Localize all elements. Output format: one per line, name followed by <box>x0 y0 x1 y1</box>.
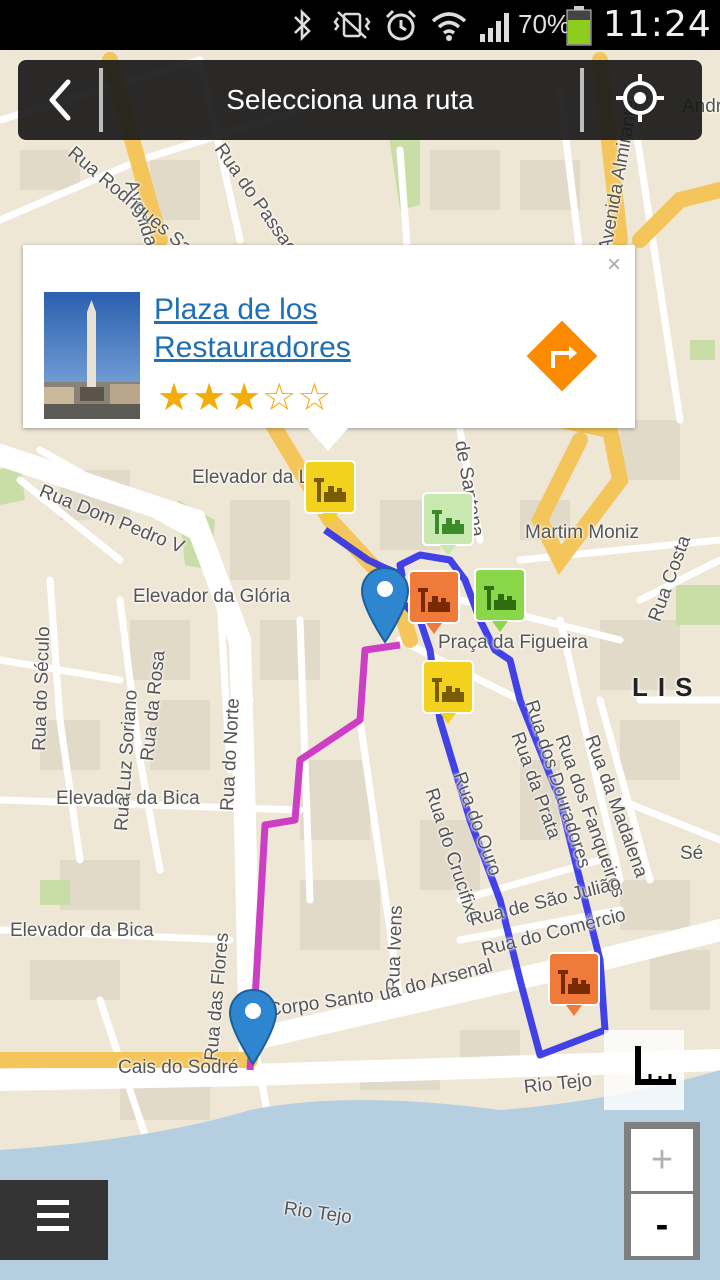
label-praca-figueira: Praça da Figueira <box>438 632 588 653</box>
crosshair-icon <box>616 74 664 122</box>
poi-monument-icon[interactable] <box>474 568 526 634</box>
label-lis: LIS <box>632 672 703 702</box>
signal-icon <box>480 13 509 42</box>
menu-button[interactable] <box>0 1180 108 1260</box>
status-bar: 70% 11:24 <box>0 0 720 50</box>
map-pin-icon[interactable] <box>360 566 410 644</box>
label-elevador-gloria: Elevador da Glória <box>133 586 291 607</box>
star-icon: ★ <box>192 377 228 419</box>
label-rua-do-seculo: Rua do Século <box>29 626 55 752</box>
battery-percentage: 70% <box>518 9 571 39</box>
zoom-in-button[interactable]: + <box>631 1129 693 1191</box>
label-cais-do-sodre: Cais do Sodré <box>118 1057 239 1078</box>
poi-monument-icon[interactable] <box>548 952 600 1018</box>
place-popup[interactable]: × Plaza de los Restauradores ★★★☆☆ <box>23 245 635 428</box>
star-icon: ★ <box>227 377 263 419</box>
divider <box>99 68 103 132</box>
close-popup-button[interactable]: × <box>607 253 621 277</box>
directions-button[interactable] <box>519 313 605 399</box>
bluetooth-icon <box>294 8 311 42</box>
poi-monument-icon[interactable] <box>408 570 460 636</box>
my-location-button[interactable] <box>610 60 702 140</box>
chevron-left-icon <box>49 79 71 121</box>
place-thumbnail[interactable] <box>44 292 140 419</box>
rating-stars: ★★★☆☆ <box>157 376 332 420</box>
menu-icon <box>37 1200 69 1231</box>
wifi-icon <box>431 12 467 41</box>
label-martim-moniz: Martim Moniz <box>525 522 640 543</box>
poi-monument-icon[interactable] <box>304 460 356 526</box>
star-outline-icon: ☆ <box>262 377 298 419</box>
map-pin-icon[interactable] <box>228 988 278 1066</box>
screen-title: Selecciona una ruta <box>226 84 474 115</box>
star-outline-icon: ☆ <box>297 377 333 419</box>
turn-right-icon <box>526 320 598 392</box>
top-bar: Selecciona una ruta <box>18 60 702 140</box>
back-button[interactable] <box>18 60 106 140</box>
poi-monument-icon[interactable] <box>422 660 474 726</box>
zoom-control: + - <box>624 1122 700 1260</box>
alarm-icon <box>385 9 417 41</box>
scale-icon <box>635 1046 676 1085</box>
vibrate-icon <box>333 11 371 39</box>
poi-monument-icon[interactable] <box>422 492 474 558</box>
label-elevador-bica-2: Elevador da Bica <box>10 920 154 941</box>
battery-icon <box>566 6 592 46</box>
clock: 11:24 <box>603 4 712 45</box>
label-se: Sé <box>680 843 704 864</box>
popup-pointer <box>307 427 349 451</box>
zoom-out-button[interactable]: - <box>631 1194 693 1256</box>
star-icon: ★ <box>157 377 193 419</box>
divider <box>580 68 584 132</box>
scale-button[interactable] <box>604 1030 684 1110</box>
place-title-link[interactable]: Plaza de los Restauradores <box>154 291 454 367</box>
